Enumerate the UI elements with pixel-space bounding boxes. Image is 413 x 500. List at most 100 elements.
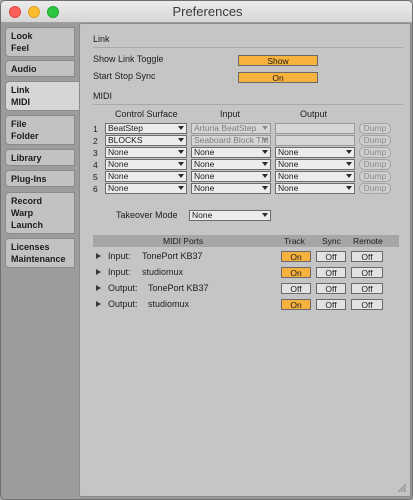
tab-label: Warp: [11, 208, 34, 218]
select-value: BeatStep: [108, 123, 143, 133]
input-select[interactable]: None: [191, 159, 271, 170]
select-value: None: [194, 147, 215, 157]
row-number: 3: [93, 148, 98, 158]
tab-label: Maintenance: [11, 254, 66, 264]
dump-button[interactable]: Dump: [359, 123, 391, 134]
input-select[interactable]: Arturia BeatStep: [191, 123, 271, 134]
dump-button[interactable]: Dump: [359, 183, 391, 194]
control-surface-select[interactable]: BLOCKS: [105, 135, 187, 146]
start-stop-sync-button[interactable]: On: [238, 72, 318, 83]
control-surface-select[interactable]: None: [105, 159, 187, 170]
tab-label: Link: [11, 85, 30, 95]
tab-label: Audio: [11, 64, 37, 74]
tab-file-folder[interactable]: File Folder: [5, 115, 75, 145]
col-input: Input: [220, 109, 241, 119]
resize-grip-icon[interactable]: [396, 482, 406, 492]
chevron-down-icon: [346, 150, 352, 154]
tab-look-feel[interactable]: Look Feel: [5, 27, 75, 57]
output-select[interactable]: [275, 123, 355, 134]
chevron-down-icon: [178, 126, 184, 130]
takeover-mode-label: Takeover Mode: [116, 210, 178, 220]
dump-button[interactable]: Dump: [359, 171, 391, 182]
remote-toggle[interactable]: Off: [351, 299, 383, 310]
divider: [93, 47, 403, 48]
dump-button[interactable]: Dump: [359, 147, 391, 158]
sync-toggle[interactable]: Off: [316, 299, 346, 310]
track-toggle[interactable]: On: [281, 251, 311, 262]
midi-section-header: MIDI: [93, 91, 112, 101]
tab-link-midi[interactable]: Link MIDI: [5, 81, 80, 111]
chevron-down-icon: [262, 162, 268, 166]
tab-label: Licenses: [11, 242, 50, 252]
select-value: None: [108, 159, 129, 169]
port-direction: Output:: [108, 283, 138, 293]
sync-toggle[interactable]: Off: [316, 283, 346, 294]
tab-licenses-maintenance[interactable]: Licenses Maintenance: [5, 238, 75, 268]
input-select[interactable]: None: [191, 183, 271, 194]
title-bar: Preferences: [1, 1, 412, 23]
chevron-down-icon: [178, 162, 184, 166]
disclosure-triangle-icon[interactable]: [96, 285, 101, 291]
track-toggle[interactable]: Off: [281, 283, 311, 294]
track-toggle[interactable]: On: [281, 267, 311, 278]
remote-toggle[interactable]: Off: [351, 251, 383, 262]
chevron-down-icon: [262, 213, 268, 217]
remote-toggle[interactable]: Off: [351, 283, 383, 294]
output-select[interactable]: [275, 135, 355, 146]
control-surface-select[interactable]: None: [105, 171, 187, 182]
disclosure-triangle-icon[interactable]: [96, 301, 101, 307]
output-select[interactable]: None: [275, 183, 355, 194]
chevron-down-icon: [262, 174, 268, 178]
port-name: TonePort KB37: [148, 283, 209, 293]
row-number: 5: [93, 172, 98, 182]
select-value: None: [108, 147, 129, 157]
control-surface-select[interactable]: None: [105, 183, 187, 194]
select-value: None: [194, 183, 215, 193]
tab-library[interactable]: Library: [5, 149, 75, 166]
tab-audio[interactable]: Audio: [5, 60, 75, 77]
select-value: BLOCKS: [108, 135, 143, 145]
takeover-mode-select[interactable]: None: [189, 210, 271, 221]
remote-toggle[interactable]: Off: [351, 267, 383, 278]
sync-toggle[interactable]: Off: [316, 267, 346, 278]
select-value: None: [194, 159, 215, 169]
port-direction: Input:: [108, 267, 131, 277]
select-value: None: [278, 159, 299, 169]
track-toggle[interactable]: On: [281, 299, 311, 310]
port-name: studiomux: [142, 267, 184, 277]
row-number: 1: [93, 124, 98, 134]
dump-button[interactable]: Dump: [359, 135, 391, 146]
chevron-down-icon: [262, 186, 268, 190]
disclosure-triangle-icon[interactable]: [96, 269, 101, 275]
row-number: 4: [93, 160, 98, 170]
input-select[interactable]: Seaboard Block TM: [191, 135, 271, 146]
control-surface-select[interactable]: BeatStep: [105, 123, 187, 134]
tab-label: Library: [11, 153, 42, 163]
tab-label: Look: [11, 31, 33, 41]
tab-label: Record: [11, 196, 43, 206]
dump-button[interactable]: Dump: [359, 159, 391, 170]
col-midi-ports: MIDI Ports: [163, 236, 204, 246]
chevron-down-icon: [178, 138, 184, 142]
input-select[interactable]: None: [191, 147, 271, 158]
port-direction: Input:: [108, 251, 131, 261]
output-select[interactable]: None: [275, 147, 355, 158]
output-select[interactable]: None: [275, 159, 355, 170]
preferences-window: Preferences Look Feel Audio Link MIDI Fi…: [0, 0, 413, 500]
port-direction: Output:: [108, 299, 138, 309]
chevron-down-icon: [262, 126, 268, 130]
input-select[interactable]: None: [191, 171, 271, 182]
disclosure-triangle-icon[interactable]: [96, 253, 101, 259]
select-value: None: [192, 210, 213, 220]
output-select[interactable]: None: [275, 171, 355, 182]
tab-record-warp-launch[interactable]: Record Warp Launch: [5, 192, 75, 234]
sync-toggle[interactable]: Off: [316, 251, 346, 262]
control-surface-select[interactable]: None: [105, 147, 187, 158]
sidebar: Look Feel Audio Link MIDI File Folder Li…: [1, 23, 80, 499]
start-stop-sync-label: Start Stop Sync: [93, 71, 156, 81]
chevron-down-icon: [346, 174, 352, 178]
tab-plug-ins[interactable]: Plug-Ins: [5, 170, 75, 187]
select-value: Arturia BeatStep: [194, 123, 257, 133]
midi-ports-header: MIDI Ports Track Sync Remote: [93, 235, 399, 247]
show-link-toggle-button[interactable]: Show: [238, 55, 318, 66]
